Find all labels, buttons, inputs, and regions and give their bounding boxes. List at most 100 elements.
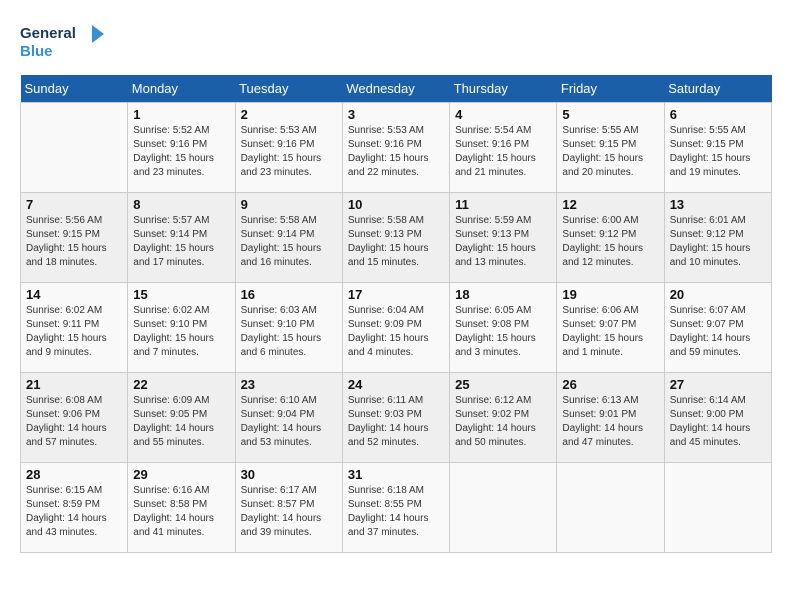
day-info: Sunrise: 6:16 AM Sunset: 8:58 PM Dayligh… <box>133 484 229 540</box>
calendar-header-row: SundayMondayTuesdayWednesdayThursdayFrid… <box>21 75 772 103</box>
day-number: 28 <box>26 467 122 482</box>
day-number: 18 <box>455 287 551 302</box>
calendar-day-cell: 29 Sunrise: 6:16 AM Sunset: 8:58 PM Dayli… <box>128 463 235 553</box>
day-info: Sunrise: 5:59 AM Sunset: 9:13 PM Dayligh… <box>455 214 551 270</box>
day-info: Sunrise: 5:55 AM Sunset: 9:15 PM Dayligh… <box>670 124 766 180</box>
calendar-day-cell: 24Sunrise: 6:11 AM Sunset: 9:03 PM Dayli… <box>342 373 449 463</box>
day-info: Sunrise: 6:00 AM Sunset: 9:12 PM Dayligh… <box>562 214 658 270</box>
day-number: 4 <box>455 107 551 122</box>
day-number: 16 <box>241 287 337 302</box>
day-info: Sunrise: 5:53 AM Sunset: 9:16 PM Dayligh… <box>241 124 337 180</box>
day-number: 3 <box>348 107 444 122</box>
calendar-day-cell: 26Sunrise: 6:13 AM Sunset: 9:01 PM Dayli… <box>557 373 664 463</box>
day-info: Sunrise: 5:54 AM Sunset: 9:16 PM Dayligh… <box>455 124 551 180</box>
day-header-wednesday: Wednesday <box>342 75 449 103</box>
day-number: 23 <box>241 377 337 392</box>
calendar-day-cell: 18 Sunrise: 6:05 AM Sunset: 9:08 PM Dayli… <box>450 283 557 373</box>
day-info: Sunrise: 6:10 AM Sunset: 9:04 PM Dayligh… <box>241 394 337 450</box>
day-info: Sunrise: 5:53 AM Sunset: 9:16 PM Dayligh… <box>348 124 444 180</box>
day-number: 11 <box>455 197 551 212</box>
day-number: 13 <box>670 197 766 212</box>
calendar-day-cell: 12 Sunrise: 6:00 AM Sunset: 9:12 PM Dayli… <box>557 193 664 283</box>
calendar-day-cell: 17Sunrise: 6:04 AM Sunset: 9:09 PM Dayli… <box>342 283 449 373</box>
day-info: Sunrise: 5:58 AM Sunset: 9:14 PM Dayligh… <box>241 214 337 270</box>
calendar-day-cell: 10 Sunrise: 5:58 AM Sunset: 9:13 PM Dayli… <box>342 193 449 283</box>
calendar-week-row: 1 Sunrise: 5:52 AM Sunset: 9:16 PM Daylig… <box>21 103 772 193</box>
calendar-day-cell: 16 Sunrise: 6:03 AM Sunset: 9:10 PM Dayli… <box>235 283 342 373</box>
empty-cell <box>557 463 664 553</box>
calendar-day-cell: 11 Sunrise: 5:59 AM Sunset: 9:13 PM Dayli… <box>450 193 557 283</box>
svg-text:Blue: Blue <box>20 43 53 60</box>
day-info: Sunrise: 6:01 AM Sunset: 9:12 PM Dayligh… <box>670 214 766 270</box>
calendar-day-cell: 19 Sunrise: 6:06 AM Sunset: 9:07 PM Dayli… <box>557 283 664 373</box>
day-number: 9 <box>241 197 337 212</box>
day-number: 21 <box>26 377 122 392</box>
calendar-day-cell: 13 Sunrise: 6:01 AM Sunset: 9:12 PM Dayli… <box>664 193 771 283</box>
day-info: Sunrise: 6:02 AM Sunset: 9:11 PM Dayligh… <box>26 304 122 360</box>
day-info: Sunrise: 5:52 AM Sunset: 9:16 PM Dayligh… <box>133 124 229 180</box>
day-number: 27 <box>670 377 766 392</box>
day-number: 10 <box>348 197 444 212</box>
calendar-day-cell: 28 Sunrise: 6:15 AM Sunset: 8:59 PM Dayli… <box>21 463 128 553</box>
calendar-day-cell: 20Sunrise: 6:07 AM Sunset: 9:07 PM Dayli… <box>664 283 771 373</box>
calendar-table: SundayMondayTuesdayWednesdayThursdayFrid… <box>20 75 772 553</box>
calendar-day-cell: 23 Sunrise: 6:10 AM Sunset: 9:04 PM Dayli… <box>235 373 342 463</box>
day-info: Sunrise: 6:05 AM Sunset: 9:08 PM Dayligh… <box>455 304 551 360</box>
day-info: Sunrise: 5:55 AM Sunset: 9:15 PM Dayligh… <box>562 124 658 180</box>
day-number: 5 <box>562 107 658 122</box>
day-info: Sunrise: 6:06 AM Sunset: 9:07 PM Dayligh… <box>562 304 658 360</box>
day-number: 6 <box>670 107 766 122</box>
day-number: 30 <box>241 467 337 482</box>
day-number: 29 <box>133 467 229 482</box>
day-number: 19 <box>562 287 658 302</box>
day-number: 26 <box>562 377 658 392</box>
day-info: Sunrise: 6:07 AM Sunset: 9:07 PM Dayligh… <box>670 304 766 360</box>
day-number: 14 <box>26 287 122 302</box>
day-number: 2 <box>241 107 337 122</box>
calendar-week-row: 28 Sunrise: 6:15 AM Sunset: 8:59 PM Dayli… <box>21 463 772 553</box>
calendar-day-cell: 1 Sunrise: 5:52 AM Sunset: 9:16 PM Daylig… <box>128 103 235 193</box>
calendar-day-cell: 15 Sunrise: 6:02 AM Sunset: 9:10 PM Dayli… <box>128 283 235 373</box>
day-header-sunday: Sunday <box>21 75 128 103</box>
day-info: Sunrise: 6:11 AM Sunset: 9:03 PM Dayligh… <box>348 394 444 450</box>
day-number: 25 <box>455 377 551 392</box>
day-info: Sunrise: 6:08 AM Sunset: 9:06 PM Dayligh… <box>26 394 122 450</box>
calendar-day-cell: 22 Sunrise: 6:09 AM Sunset: 9:05 PM Dayli… <box>128 373 235 463</box>
calendar-day-cell: 27 Sunrise: 6:14 AM Sunset: 9:00 PM Dayli… <box>664 373 771 463</box>
day-header-thursday: Thursday <box>450 75 557 103</box>
day-info: Sunrise: 6:18 AM Sunset: 8:55 PM Dayligh… <box>348 484 444 540</box>
calendar-day-cell: 30Sunrise: 6:17 AM Sunset: 8:57 PM Dayli… <box>235 463 342 553</box>
day-info: Sunrise: 6:02 AM Sunset: 9:10 PM Dayligh… <box>133 304 229 360</box>
calendar-day-cell: 25Sunrise: 6:12 AM Sunset: 9:02 PM Dayli… <box>450 373 557 463</box>
day-info: Sunrise: 6:09 AM Sunset: 9:05 PM Dayligh… <box>133 394 229 450</box>
day-header-monday: Monday <box>128 75 235 103</box>
calendar-day-cell: 6 Sunrise: 5:55 AM Sunset: 9:15 PM Daylig… <box>664 103 771 193</box>
day-number: 12 <box>562 197 658 212</box>
calendar-day-cell: 7 Sunrise: 5:56 AM Sunset: 9:15 PM Daylig… <box>21 193 128 283</box>
day-info: Sunrise: 6:15 AM Sunset: 8:59 PM Dayligh… <box>26 484 122 540</box>
day-number: 17 <box>348 287 444 302</box>
calendar-week-row: 7 Sunrise: 5:56 AM Sunset: 9:15 PM Daylig… <box>21 193 772 283</box>
calendar-day-cell: 3 Sunrise: 5:53 AM Sunset: 9:16 PM Daylig… <box>342 103 449 193</box>
day-info: Sunrise: 6:03 AM Sunset: 9:10 PM Dayligh… <box>241 304 337 360</box>
day-number: 15 <box>133 287 229 302</box>
day-info: Sunrise: 6:14 AM Sunset: 9:00 PM Dayligh… <box>670 394 766 450</box>
logo: General Blue <box>20 20 110 65</box>
calendar-day-cell: 8Sunrise: 5:57 AM Sunset: 9:14 PM Daylig… <box>128 193 235 283</box>
day-number: 1 <box>133 107 229 122</box>
day-number: 22 <box>133 377 229 392</box>
day-number: 31 <box>348 467 444 482</box>
day-info: Sunrise: 5:58 AM Sunset: 9:13 PM Dayligh… <box>348 214 444 270</box>
day-number: 8 <box>133 197 229 212</box>
calendar-week-row: 21 Sunrise: 6:08 AM Sunset: 9:06 PM Dayli… <box>21 373 772 463</box>
calendar-day-cell: 9 Sunrise: 5:58 AM Sunset: 9:14 PM Daylig… <box>235 193 342 283</box>
day-header-friday: Friday <box>557 75 664 103</box>
empty-cell <box>21 103 128 193</box>
calendar-week-row: 14 Sunrise: 6:02 AM Sunset: 9:11 PM Dayli… <box>21 283 772 373</box>
day-header-tuesday: Tuesday <box>235 75 342 103</box>
day-info: Sunrise: 5:56 AM Sunset: 9:15 PM Dayligh… <box>26 214 122 270</box>
logo-svg: General Blue <box>20 20 110 65</box>
day-header-saturday: Saturday <box>664 75 771 103</box>
calendar-day-cell: 5 Sunrise: 5:55 AM Sunset: 9:15 PM Daylig… <box>557 103 664 193</box>
day-number: 7 <box>26 197 122 212</box>
